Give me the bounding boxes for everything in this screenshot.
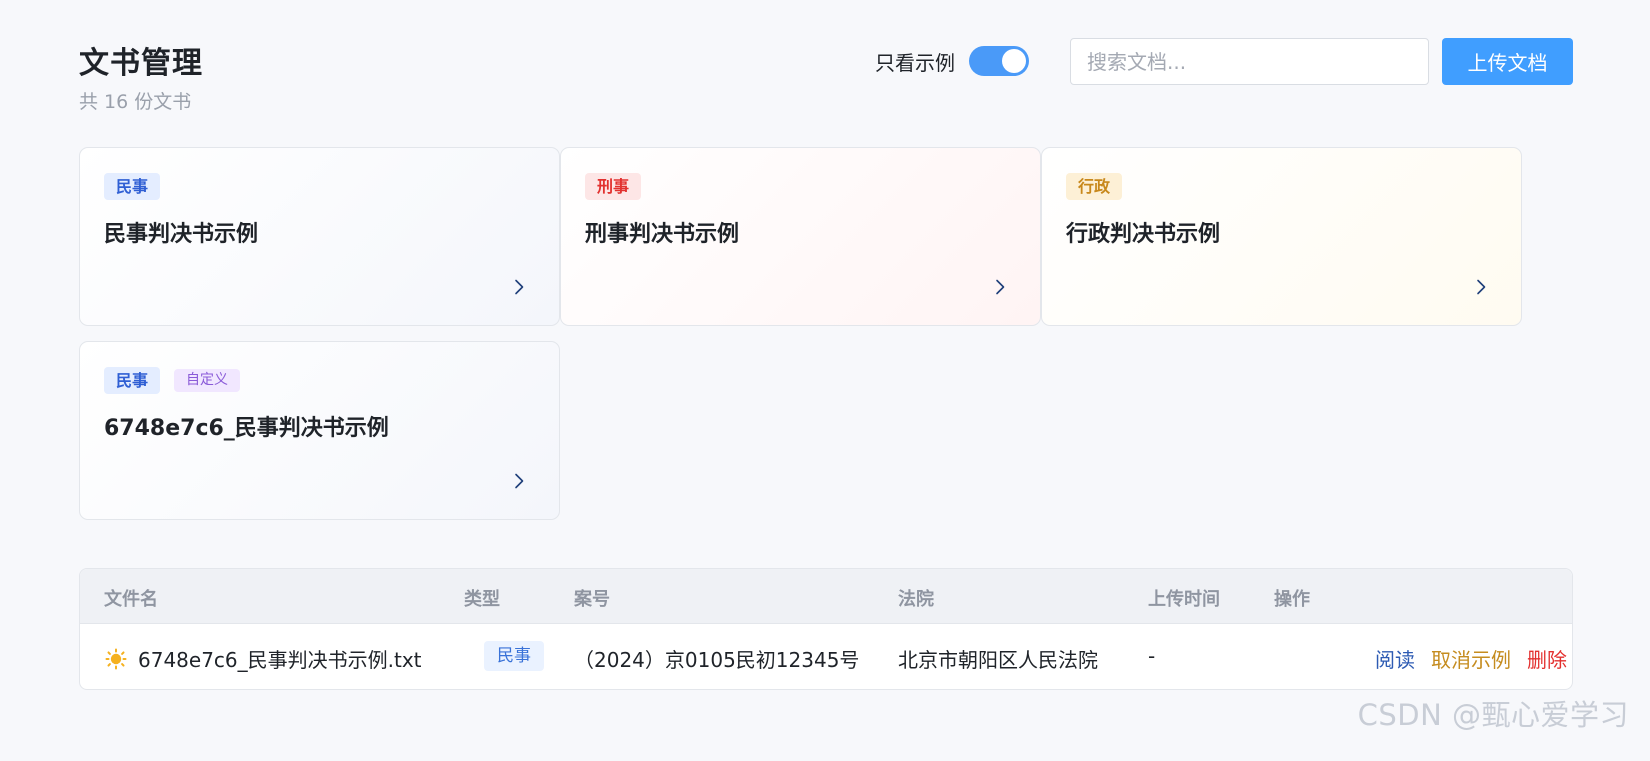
card-title: 刑事判决书示例 xyxy=(585,222,740,247)
document-card-civil[interactable]: 民事 民事判决书示例 xyxy=(79,147,560,326)
header: 文书管理 共 16 份文书 只看示例 上传文档 xyxy=(79,38,1573,138)
court-name: 北京市朝阳区人民法院 xyxy=(898,648,1098,672)
column-filename: 文件名 xyxy=(104,589,158,610)
document-card-custom-civil[interactable]: 民事 自定义 6748e7c6_民事判决书示例 xyxy=(79,341,560,520)
card-tag-criminal: 刑事 xyxy=(585,173,642,200)
column-case-number: 案号 xyxy=(574,589,610,610)
document-count: 共 16 份文书 xyxy=(79,91,192,113)
column-type: 类型 xyxy=(464,589,500,610)
column-upload-time: 上传时间 xyxy=(1148,589,1220,610)
card-tags: 民事 xyxy=(104,173,161,200)
card-title: 行政判决书示例 xyxy=(1066,222,1221,247)
card-title: 民事判决书示例 xyxy=(104,222,259,247)
sun-icon xyxy=(105,648,127,669)
file-name: 6748e7c6_民事判决书示例.txt xyxy=(138,648,422,672)
card-tags: 刑事 xyxy=(585,173,642,200)
card-tags: 民事 自定义 xyxy=(104,367,241,394)
card-tag-civil: 民事 xyxy=(104,367,161,394)
file-type-badge: 民事 xyxy=(484,641,544,671)
document-card-criminal[interactable]: 刑事 刑事判决书示例 xyxy=(560,147,1041,326)
card-tag-administrative: 行政 xyxy=(1066,173,1123,200)
card-title: 6748e7c6_民事判决书示例 xyxy=(104,416,389,441)
chevron-right-icon xyxy=(1477,279,1486,295)
case-number: （2024）京0105民初12345号 xyxy=(574,648,860,672)
watermark: CSDN @甄心爱学习 xyxy=(1357,698,1629,732)
card-tag-custom: 自定义 xyxy=(174,369,241,392)
document-table: 文件名 类型 案号 法院 上传时间 操作 6748e7c6_民事判决书示例.tx… xyxy=(79,568,1573,690)
card-tag-civil: 民事 xyxy=(104,173,161,200)
sample-filter-label: 只看示例 xyxy=(875,50,955,75)
table-header: 文件名 类型 案号 法院 上传时间 操作 xyxy=(80,569,1572,624)
table-row: 6748e7c6_民事判决书示例.txt 民事 （2024）京0105民初123… xyxy=(80,624,1572,689)
card-tags: 行政 xyxy=(1066,173,1123,200)
upload-time: - xyxy=(1148,644,1156,668)
row-actions: 阅读 取消示例 删除 xyxy=(1375,644,1567,673)
column-actions: 操作 xyxy=(1274,589,1310,610)
sample-filter-toggle-group: 只看示例 xyxy=(875,46,1029,76)
document-card-administrative[interactable]: 行政 行政判决书示例 xyxy=(1041,147,1522,326)
upload-document-button[interactable]: 上传文档 xyxy=(1442,38,1573,85)
toggle-knob-icon xyxy=(1002,49,1026,73)
filename-cell: 6748e7c6_民事判决书示例.txt xyxy=(104,644,422,673)
search-input[interactable] xyxy=(1070,38,1429,85)
chevron-right-icon xyxy=(515,473,524,489)
page-title: 文书管理 xyxy=(79,46,203,81)
chevron-right-icon xyxy=(515,279,524,295)
delete-link[interactable]: 删除 xyxy=(1527,644,1567,673)
chevron-right-icon xyxy=(996,279,1005,295)
read-link[interactable]: 阅读 xyxy=(1375,644,1415,673)
column-court: 法院 xyxy=(898,589,934,610)
document-management-page: 文书管理 共 16 份文书 只看示例 上传文档 民事 民事判决书示例 刑事 刑事… xyxy=(79,38,1573,738)
cancel-sample-link[interactable]: 取消示例 xyxy=(1431,644,1511,673)
sample-filter-toggle[interactable] xyxy=(969,46,1029,76)
document-cards: 民事 民事判决书示例 刑事 刑事判决书示例 行政 行政判决书示例 民事 自定义 … xyxy=(79,147,1573,533)
